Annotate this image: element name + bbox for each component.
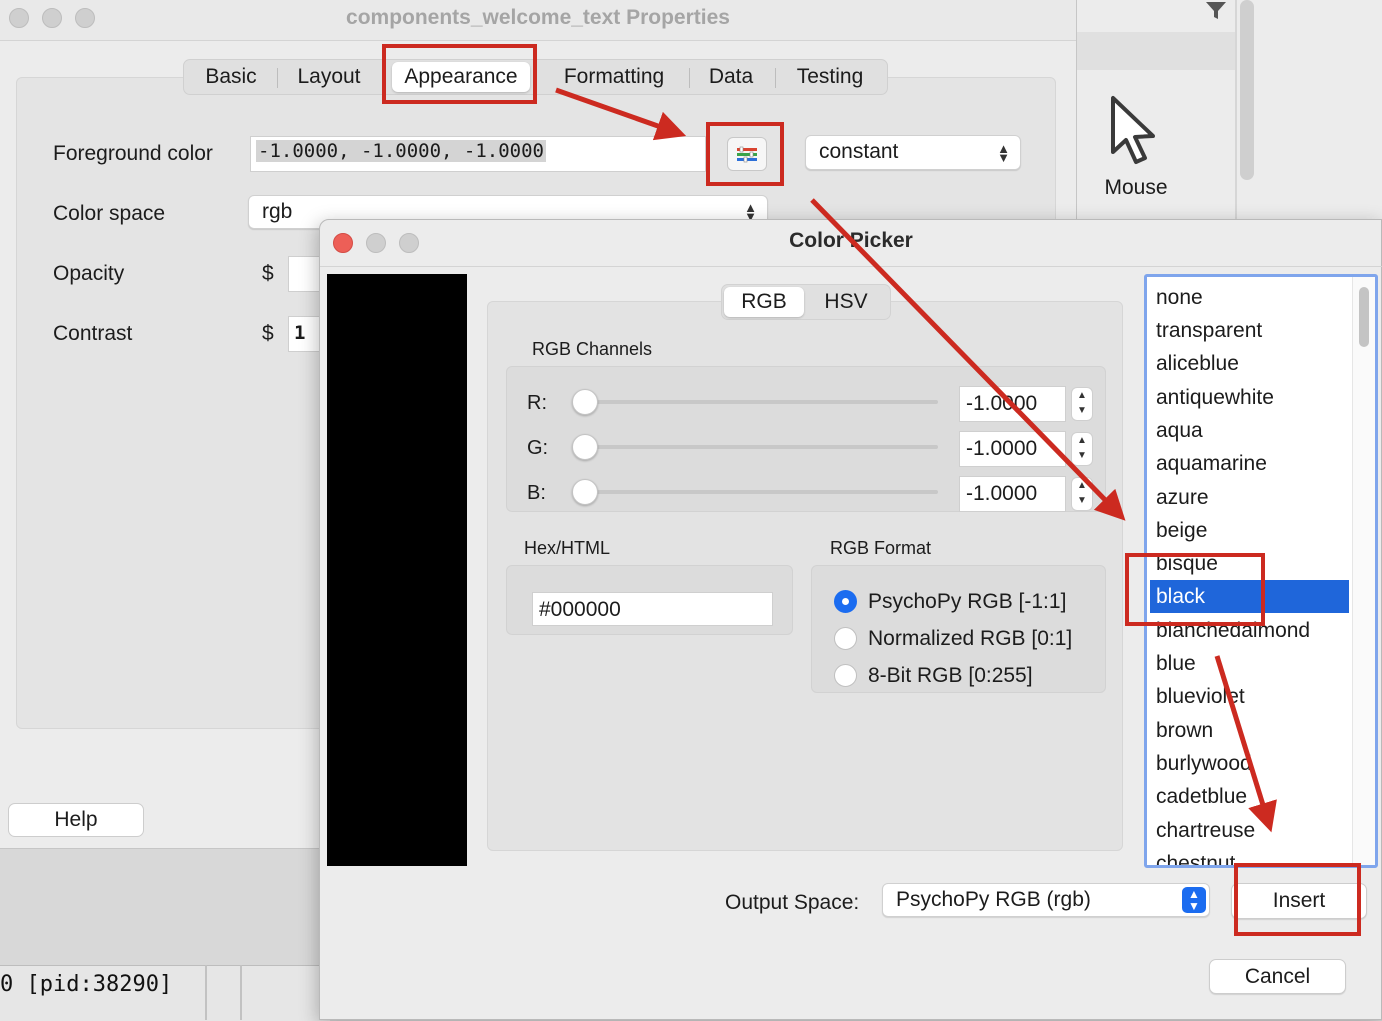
terminal-output: 0 [pid:38290] [0, 972, 173, 997]
color-space-label: Color space [53, 202, 166, 225]
list-item[interactable]: burlywood [1153, 747, 1349, 780]
annotation-box-picker-button [706, 122, 784, 186]
channel-b-knob[interactable] [572, 479, 598, 505]
channel-b-field[interactable]: -1.0000 [959, 476, 1066, 512]
tab-hsv[interactable]: HSV [808, 287, 884, 317]
help-button[interactable]: Help [8, 803, 144, 837]
foreground-color-label: Foreground color [53, 142, 213, 165]
tab-separator [775, 68, 776, 88]
radio-normalized-rgb-label[interactable]: Normalized RGB [0:1] [868, 627, 1072, 651]
tab-rgb[interactable]: RGB [724, 287, 804, 317]
tab-separator [277, 68, 278, 88]
list-item[interactable]: aqua [1153, 414, 1349, 447]
channel-r-slider[interactable] [578, 400, 938, 404]
list-item[interactable]: beige [1153, 514, 1349, 547]
list-item[interactable]: aliceblue [1153, 347, 1349, 380]
divider [205, 965, 207, 1020]
rgb-channels-title: RGB Channels [532, 339, 653, 359]
output-space-label: Output Space: [725, 891, 860, 914]
side-panel-header [1076, 32, 1236, 70]
mouse-cursor-icon[interactable] [1105, 92, 1161, 173]
list-scrollbar[interactable] [1352, 277, 1375, 865]
channel-g-field[interactable]: -1.0000 [959, 431, 1066, 467]
opacity-code-prefix: $ [262, 262, 274, 285]
annotation-box-black-item [1125, 553, 1265, 626]
radio-8bit-rgb-label[interactable]: 8-Bit RGB [0:255] [868, 664, 1033, 688]
color-preview-swatch [327, 274, 467, 866]
filter-icon[interactable] [1203, 0, 1229, 27]
divider [240, 965, 242, 1020]
panel-divider [1235, 0, 1237, 230]
color-picker-title: Color Picker [789, 229, 913, 252]
contrast-value: 1 [294, 322, 306, 344]
hex-title: Hex/HTML [524, 538, 611, 558]
list-item[interactable]: antiquewhite [1153, 381, 1349, 414]
contrast-label: Contrast [53, 322, 133, 345]
color-space-value: rgb [262, 200, 293, 223]
channel-b-label: B: [527, 482, 546, 504]
list-item[interactable]: chartreuse [1153, 814, 1349, 847]
channel-b-stepper[interactable]: ▲ ▼ [1071, 477, 1093, 511]
side-scrollbar[interactable] [1240, 0, 1254, 180]
list-scrollbar-thumb[interactable] [1359, 287, 1369, 347]
hex-input[interactable]: #000000 [532, 592, 773, 626]
channel-g-label: G: [527, 437, 549, 459]
list-item[interactable]: cadetblue [1153, 780, 1349, 813]
channel-g-slider[interactable] [578, 445, 938, 449]
radio-psychopy-rgb[interactable] [834, 590, 857, 613]
tab-formatting[interactable]: Formatting [549, 62, 679, 92]
list-item[interactable]: azure [1153, 481, 1349, 514]
list-item[interactable]: aquamarine [1153, 447, 1349, 480]
list-item[interactable]: blue [1153, 647, 1349, 680]
tab-data[interactable]: Data [697, 62, 765, 92]
list-item[interactable]: none [1153, 281, 1349, 314]
tab-separator [689, 68, 690, 88]
foreground-mode-value: constant [819, 140, 899, 163]
channel-g-knob[interactable] [572, 434, 598, 460]
radio-psychopy-rgb-label[interactable]: PsychoPy RGB [-1:1] [868, 590, 1066, 614]
chevron-updown-icon: ▲ ▼ [997, 140, 1010, 165]
tab-testing[interactable]: Testing [784, 62, 876, 92]
list-item[interactable]: transparent [1153, 314, 1349, 347]
tab-basic[interactable]: Basic [193, 62, 269, 92]
foreground-color-value[interactable]: -1.0000, -1.0000, -1.0000 [256, 140, 546, 162]
radio-normalized-rgb[interactable] [834, 627, 857, 650]
channel-r-knob[interactable] [572, 389, 598, 415]
channel-r-label: R: [527, 392, 547, 414]
opacity-label: Opacity [53, 262, 125, 285]
properties-title: components_welcome_text Properties [346, 6, 730, 29]
mouse-component-label[interactable]: Mouse [1076, 176, 1196, 200]
output-space-value: PsychoPy RGB (rgb) [896, 888, 1091, 911]
channel-r-field[interactable]: -1.0000 [959, 386, 1066, 422]
foreground-mode-select[interactable]: constant ▲ ▼ [805, 135, 1021, 170]
list-item[interactable]: brown [1153, 714, 1349, 747]
channel-r-stepper[interactable]: ▲ ▼ [1071, 387, 1093, 421]
channel-g-stepper[interactable]: ▲ ▼ [1071, 432, 1093, 466]
contrast-code-prefix: $ [262, 322, 274, 345]
list-item[interactable]: blueviolet [1153, 680, 1349, 713]
annotation-box-insert-button [1234, 863, 1361, 936]
cancel-button[interactable]: Cancel [1209, 959, 1346, 994]
chevron-updown-icon: ▲ ▼ [1182, 887, 1206, 913]
tab-layout[interactable]: Layout [286, 62, 372, 92]
output-space-select[interactable]: PsychoPy RGB (rgb) ▲ ▼ [882, 883, 1210, 917]
annotation-box-appearance-tab [382, 44, 537, 104]
rgb-format-title: RGB Format [830, 538, 932, 558]
radio-8bit-rgb[interactable] [834, 664, 857, 687]
channel-b-slider[interactable] [578, 490, 938, 494]
